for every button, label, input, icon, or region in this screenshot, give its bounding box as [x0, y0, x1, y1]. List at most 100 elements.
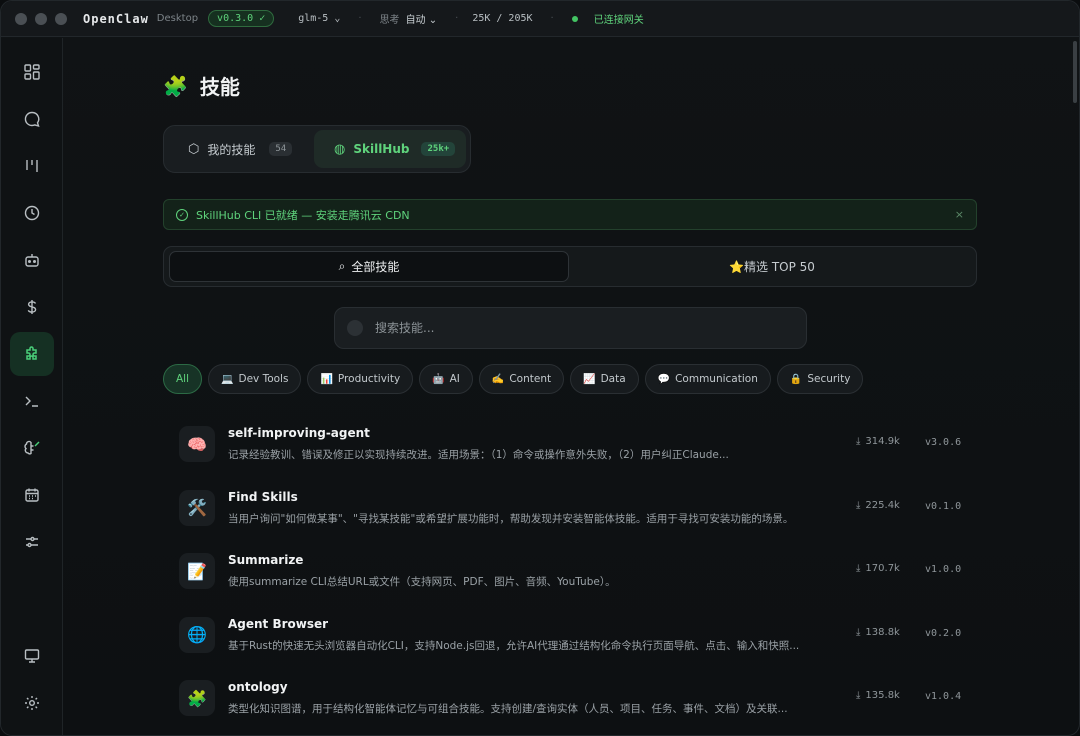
model-selector[interactable]: glm-5 ⌄	[298, 13, 340, 24]
app-window: OpenClaw Desktop v0.3.0 ✓ glm-5 ⌄ · 思考 自…	[0, 0, 1080, 736]
globe-icon: 🌐	[179, 616, 215, 653]
title-bar: OpenClaw Desktop v0.3.0 ✓ glm-5 ⌄ · 思考 自…	[1, 1, 1079, 37]
close-icon[interactable]: ×	[955, 208, 964, 221]
chip-security[interactable]: 🔒 Security	[776, 364, 864, 394]
tab-skillhub[interactable]: ◍ SkillHub 25k+	[314, 130, 466, 168]
chip-label: All	[176, 373, 190, 385]
chip-label: Security	[807, 373, 851, 385]
sliders-icon[interactable]	[10, 520, 54, 564]
skill-description: 当用户询问"如何做某事"、"寻找某技能"或希望扩展功能时，帮助发现并安装智能体技…	[228, 512, 794, 525]
check-circle-icon: ✓	[176, 208, 188, 221]
list-item[interactable]: 🛠️ Find Skills 当用户询问"如何做某事"、"寻找某技能"或希望扩展…	[163, 476, 977, 540]
skill-version: v1.0.4	[925, 691, 962, 702]
search-bar	[334, 307, 807, 349]
globe-icon: ◍	[334, 141, 346, 157]
skill-name: ontology	[228, 680, 288, 694]
lock-icon: 🔒	[789, 373, 803, 385]
list-item[interactable]: 🧠 self-improving-agent 记录经验教训、错误及修正以实现持续…	[163, 412, 977, 476]
skill-list: 🧠 self-improving-agent 记录经验教训、错误及修正以实现持续…	[163, 412, 977, 730]
maximize-window-button[interactable]	[55, 12, 67, 25]
kanban-icon[interactable]	[10, 144, 54, 188]
skill-name: Summarize	[228, 553, 304, 567]
skill-description: 使用summarize CLI总结URL或文件（支持网页、PDF、图片、音频、Y…	[228, 576, 616, 588]
download-icon: ⤓	[856, 690, 861, 701]
tools-icon: 🛠️	[179, 489, 215, 526]
bot-icon[interactable]	[10, 238, 54, 282]
chat-icon[interactable]	[10, 97, 54, 141]
skill-name: self-improving-agent	[228, 426, 370, 440]
tab-top50-label: ⭐精选 TOP 50	[729, 260, 815, 274]
chip-label: Data	[600, 373, 626, 385]
close-window-button[interactable]	[15, 12, 27, 25]
skill-description: 类型化知识图谱，用于结构化智能体记忆与可组合技能。支持创建/查询实体（人员、项目…	[228, 703, 788, 715]
chip-label: Content	[509, 373, 552, 385]
dollar-icon[interactable]	[10, 285, 54, 329]
skill-name: Agent Browser	[228, 616, 329, 631]
think-selector[interactable]: 自动 ⌄	[406, 11, 438, 26]
page-header: 🧩 技能	[163, 71, 240, 100]
download-count: ⤓ 225.4k	[856, 500, 900, 511]
skill-version: v1.0.0	[925, 564, 962, 575]
filter-tabs: ⌕ 全部技能 ⭐精选 TOP 50	[163, 246, 977, 287]
tab-my-skills[interactable]: ⬡ 我的技能 54	[168, 130, 312, 168]
writing-hand-icon: ✍️	[491, 373, 505, 385]
chip-all[interactable]: All	[163, 364, 203, 394]
download-count: ⤓ 135.8k	[856, 690, 900, 701]
tab-top50[interactable]: ⭐精选 TOP 50	[572, 251, 972, 282]
monitor-icon[interactable]	[10, 634, 54, 678]
download-count: ⤓ 314.9k	[856, 436, 900, 447]
separator: ·	[455, 13, 459, 24]
chip-label: Communication	[675, 373, 758, 385]
page-title: 技能	[199, 75, 240, 99]
speech-bubble-icon: 💬	[657, 373, 671, 385]
count-badge: 25k+	[421, 142, 456, 156]
skill-version: v0.2.0	[925, 627, 962, 639]
cube-icon: ⬡	[188, 141, 200, 157]
chip-communication[interactable]: 💬 Communication	[644, 364, 771, 394]
robot-icon: 🤖	[432, 373, 445, 385]
download-count-value: 170.7k	[865, 563, 900, 574]
connection-status: 已连接网关	[593, 15, 644, 26]
search-input[interactable]	[375, 321, 775, 335]
version-badge: v0.3.0 ✓	[208, 10, 275, 27]
tab-all-skills-label: 全部技能	[351, 260, 400, 274]
settings-gear-icon[interactable]	[10, 681, 54, 725]
chip-content[interactable]: ✍️ Content	[478, 364, 565, 394]
count-badge: 54	[269, 142, 293, 156]
tab-all-skills[interactable]: ⌕ 全部技能	[169, 251, 569, 282]
tab-skillhub-label: SkillHub	[353, 142, 410, 156]
chip-dev-tools[interactable]: 💻 Dev Tools	[208, 364, 302, 394]
skill-name: Find Skills	[228, 489, 298, 504]
calendar-icon[interactable]	[10, 473, 54, 517]
connection-status-dot	[571, 15, 578, 22]
chip-label: Productivity	[337, 373, 401, 385]
minimize-window-button[interactable]	[35, 12, 47, 25]
search-icon: ⌕	[338, 259, 346, 273]
app-subtitle: Desktop	[156, 13, 199, 24]
puzzle-icon[interactable]	[10, 332, 54, 376]
chip-label: Dev Tools	[238, 373, 289, 385]
skill-description: 基于Rust的快速无头浏览器自动化CLI，支持Node.js回退，允许AI代理通…	[228, 639, 800, 652]
token-usage: 25K / 205K	[472, 13, 533, 24]
scrollbar[interactable]	[1073, 41, 1077, 103]
sidebar	[1, 38, 63, 735]
skill-version: v0.1.0	[925, 500, 962, 512]
list-item[interactable]: 📝 Summarize 使用summarize CLI总结URL或文件（支持网页…	[163, 539, 977, 603]
bar-chart-icon: 📊	[320, 373, 333, 385]
brain-icon[interactable]	[10, 426, 54, 470]
download-icon: ⤓	[856, 436, 861, 447]
chip-ai[interactable]: 🤖 AI	[419, 364, 473, 394]
terminal-icon[interactable]	[10, 379, 54, 423]
list-item[interactable]: 🧩 ontology 类型化知识图谱，用于结构化智能体记忆与可组合技能。支持创建…	[163, 666, 977, 730]
puzzle-icon: 🧩	[179, 680, 215, 716]
skill-version: v3.0.6	[925, 437, 962, 448]
list-item[interactable]: 🌐 Agent Browser 基于Rust的快速无头浏览器自动化CLI，支持N…	[163, 603, 977, 667]
chip-productivity[interactable]: 📊 Productivity	[307, 364, 414, 394]
download-count-value: 135.8k	[865, 690, 900, 701]
separator: ·	[550, 13, 554, 24]
clock-icon[interactable]	[10, 191, 54, 235]
dashboard-icon[interactable]	[10, 50, 54, 94]
chip-data[interactable]: 📈 Data	[570, 364, 639, 394]
notice-text: SkillHub CLI 已就绪 — 安装走腾讯云 CDN	[196, 208, 410, 222]
download-count: ⤓ 138.8k	[856, 627, 900, 638]
